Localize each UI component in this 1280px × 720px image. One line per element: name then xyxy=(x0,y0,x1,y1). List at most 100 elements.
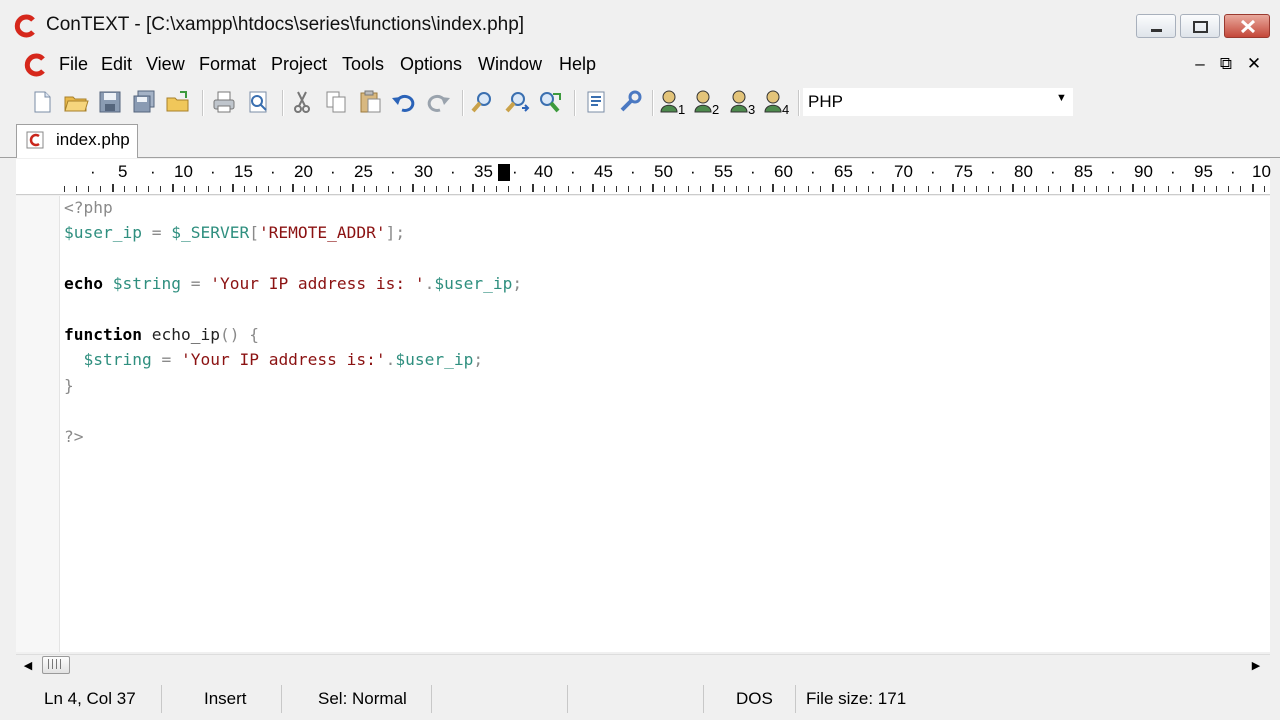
code-line-2: $user_ip = $_SERVER['REMOTE_ADDR']; xyxy=(64,223,405,243)
scrollbar-grip-icon xyxy=(48,659,62,669)
menu-file[interactable]: File xyxy=(59,54,88,75)
code-operator: = xyxy=(141,223,172,242)
find-icon[interactable] xyxy=(468,88,496,116)
ruler-tick xyxy=(304,186,305,192)
user-command-3-icon[interactable]: 3 xyxy=(728,88,756,116)
menu-help[interactable]: Help xyxy=(559,54,596,75)
document-menu-icon[interactable] xyxy=(24,53,48,77)
ruler-tick xyxy=(664,186,665,192)
code-line-6: function echo_ip() { xyxy=(64,325,259,345)
code-punctuation: ]; xyxy=(385,223,406,242)
ruler-tick xyxy=(1216,186,1217,192)
open-project-icon[interactable] xyxy=(164,88,192,116)
minimize-button[interactable] xyxy=(1136,14,1176,38)
scroll-left-arrow-icon[interactable]: ◀ xyxy=(18,656,38,676)
find-next-icon[interactable] xyxy=(502,88,530,116)
ruler-tick xyxy=(1228,186,1229,192)
ruler-dot: · xyxy=(390,162,396,181)
tab-label: index.php xyxy=(56,130,130,149)
file-info-icon[interactable] xyxy=(582,88,610,116)
copy-icon[interactable] xyxy=(322,88,350,116)
ruler-number: 60 xyxy=(774,162,793,181)
open-folder-icon[interactable] xyxy=(62,88,90,116)
new-file-icon[interactable] xyxy=(28,88,56,116)
ruler-number: 20 xyxy=(294,162,313,181)
print-preview-icon[interactable] xyxy=(244,88,272,116)
menu-tools[interactable]: Tools xyxy=(342,54,384,75)
ruler-cursor-marker xyxy=(498,164,510,181)
user-command-4-icon[interactable]: 4 xyxy=(762,88,790,116)
code-function-name: echo_ip xyxy=(151,325,220,344)
menu-view[interactable]: View xyxy=(146,54,185,75)
ruler-tick xyxy=(412,184,414,192)
menu-project[interactable]: Project xyxy=(271,54,327,75)
user-command-2-icon[interactable]: 2 xyxy=(692,88,720,116)
replace-icon[interactable] xyxy=(536,88,564,116)
ruler-tick xyxy=(1144,186,1145,192)
menu-edit[interactable]: Edit xyxy=(101,54,132,75)
toolbar-separator xyxy=(282,90,284,116)
ruler-tick xyxy=(724,186,725,192)
ruler-tick xyxy=(760,186,761,192)
code-line-7: $string = 'Your IP address is:'.$user_ip… xyxy=(64,350,484,370)
ruler-dot: · xyxy=(1110,162,1116,181)
ruler-tick xyxy=(928,186,929,192)
code-operator: = xyxy=(151,350,181,369)
code-punctuation: [ xyxy=(249,223,259,242)
code-operator: = xyxy=(180,274,211,293)
ruler-tick xyxy=(712,184,714,192)
ruler-tick xyxy=(148,186,149,192)
ruler-tick xyxy=(1072,184,1074,192)
menu-format[interactable]: Format xyxy=(199,54,256,75)
ruler-tick xyxy=(1012,184,1014,192)
undo-icon[interactable] xyxy=(390,88,418,116)
menu-window[interactable]: Window xyxy=(478,54,542,75)
ruler-tick xyxy=(532,184,534,192)
horizontal-scrollbar[interactable] xyxy=(16,654,1270,678)
ruler-tick xyxy=(628,186,629,192)
code-variable: $string xyxy=(112,274,181,293)
ruler-number: 25 xyxy=(354,162,373,181)
document-restore-button[interactable]: ⧉ xyxy=(1216,54,1236,74)
ruler-tick xyxy=(292,184,294,192)
ruler-tick xyxy=(640,186,641,192)
ruler-tick xyxy=(268,186,269,192)
settings-icon[interactable] xyxy=(616,88,644,116)
document-minimize-button[interactable]: – xyxy=(1190,54,1210,74)
ruler-number: 35 xyxy=(474,162,493,181)
ruler-tick xyxy=(196,186,197,192)
ruler-tick xyxy=(1264,186,1265,192)
ruler-dot: · xyxy=(750,162,756,181)
ruler-tick xyxy=(748,186,749,192)
ruler-number: 65 xyxy=(834,162,853,181)
status-panel xyxy=(568,685,704,713)
save-icon[interactable] xyxy=(96,88,124,116)
scroll-right-arrow-icon[interactable]: ▶ xyxy=(1246,656,1266,676)
ruler-tick xyxy=(652,184,654,192)
paste-icon[interactable] xyxy=(356,88,384,116)
code-punctuation: ; xyxy=(473,350,484,369)
code-keyword: function xyxy=(64,325,142,344)
document-close-button[interactable]: ✕ xyxy=(1244,54,1264,74)
print-icon[interactable] xyxy=(210,88,238,116)
menu-options[interactable]: Options xyxy=(400,54,462,75)
php-file-icon xyxy=(26,131,44,149)
dropdown-arrow-icon[interactable]: ▼ xyxy=(1056,92,1067,104)
ruler-number: 45 xyxy=(594,162,613,181)
code-operator: . xyxy=(424,274,435,293)
cut-icon[interactable] xyxy=(288,88,316,116)
editor-gutter xyxy=(16,196,60,652)
app-logo-icon[interactable] xyxy=(14,14,38,38)
redo-icon[interactable] xyxy=(424,88,452,116)
save-all-icon[interactable] xyxy=(130,88,158,116)
code-editor[interactable] xyxy=(16,196,1270,652)
ruler-tick xyxy=(184,186,185,192)
close-window-button[interactable] xyxy=(1224,14,1270,38)
maximize-button[interactable] xyxy=(1180,14,1220,38)
ruler-tick xyxy=(100,186,101,192)
svg-text:2: 2 xyxy=(712,102,719,116)
user-command-1-icon[interactable]: 1 xyxy=(658,88,686,116)
svg-text:4: 4 xyxy=(782,102,789,116)
ruler-tick xyxy=(832,184,834,192)
ruler-tick xyxy=(1096,186,1097,192)
